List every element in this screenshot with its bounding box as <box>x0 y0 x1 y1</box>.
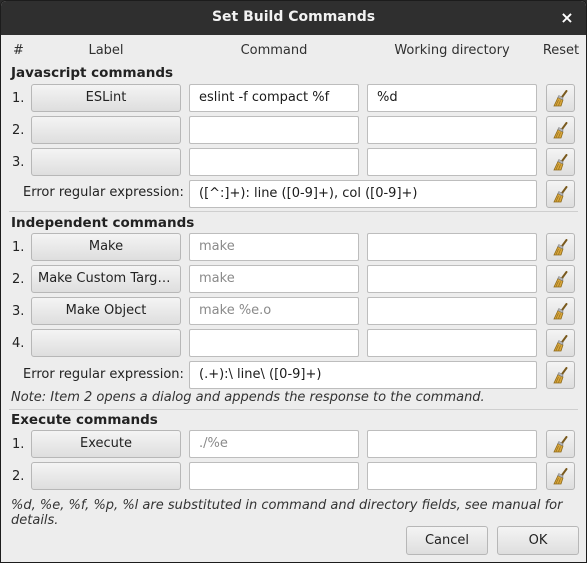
regex-field-ind[interactable]: (.+):\ line\ ([0-9]+) <box>189 361 537 389</box>
broom-icon <box>553 271 568 288</box>
header-reset: Reset <box>542 43 580 58</box>
directory-field-js-1[interactable]: %d <box>367 84 537 112</box>
row-number: 2. <box>12 123 25 138</box>
broom-icon <box>553 335 568 352</box>
row-number: 4. <box>12 336 25 351</box>
regex-label-js: Error regular expression: <box>23 185 184 200</box>
regex-label-ind: Error regular expression: <box>23 367 184 382</box>
reset-button-js-regex[interactable] <box>546 180 575 208</box>
dialog-title: Set Build Commands <box>211 9 376 25</box>
label-button-make-object[interactable]: Make Object <box>31 297 181 325</box>
reset-button-exec-1[interactable] <box>546 430 575 458</box>
build-commands-dialog: Set Build Commands × # Label Command Wor… <box>0 0 587 563</box>
label-button-js-1[interactable]: ESLint <box>31 84 181 112</box>
regex-field-js[interactable]: ([^:]+): line ([0-9]+), col ([0-9]+) <box>189 180 537 208</box>
broom-icon <box>553 436 568 453</box>
close-icon[interactable]: × <box>558 9 576 27</box>
title-bar: Set Build Commands × <box>1 1 586 35</box>
command-field-ind-2[interactable]: make <box>189 265 359 293</box>
label-button-js-3[interactable] <box>31 148 181 176</box>
directory-field-ind-2[interactable] <box>367 265 537 293</box>
directory-field-ind-4[interactable] <box>367 329 537 357</box>
reset-button-ind-1[interactable] <box>546 233 575 261</box>
reset-button-ind-regex[interactable] <box>546 361 575 389</box>
directory-field-js-3[interactable] <box>367 148 537 176</box>
section-divider <box>9 211 578 212</box>
label-button-exec-2[interactable] <box>31 462 181 490</box>
independent-note: Note: Item 2 opens a dialog and appends … <box>11 390 485 405</box>
section-title-execute: Execute commands <box>11 412 158 428</box>
reset-button-ind-3[interactable] <box>546 297 575 325</box>
label-button-make[interactable]: Make <box>31 233 181 261</box>
row-number: 1. <box>12 91 25 106</box>
header-command: Command <box>240 43 308 58</box>
command-placeholder: make %e.o <box>199 303 272 318</box>
section-title-independent: Independent commands <box>11 215 195 231</box>
label-button-ind-4[interactable] <box>31 329 181 357</box>
reset-button-js-1[interactable] <box>546 84 575 112</box>
broom-icon <box>553 303 568 320</box>
command-field-exec-1[interactable]: ./%e <box>189 430 359 458</box>
reset-button-exec-2[interactable] <box>546 462 575 490</box>
directory-field-exec-2[interactable] <box>367 462 537 490</box>
command-field-js-2[interactable] <box>189 116 359 144</box>
broom-icon <box>553 239 568 256</box>
ok-button[interactable]: OK <box>497 526 579 555</box>
row-number: 2. <box>12 469 25 484</box>
substitution-note: %d, %e, %f, %p, %l are substituted in co… <box>11 498 563 528</box>
label-button-js-2[interactable] <box>31 116 181 144</box>
cancel-button[interactable]: Cancel <box>406 526 488 555</box>
command-placeholder: make <box>199 239 235 254</box>
command-placeholder: make <box>199 271 235 286</box>
directory-field-ind-1[interactable] <box>367 233 537 261</box>
broom-icon <box>553 468 568 485</box>
directory-field-exec-1[interactable] <box>367 430 537 458</box>
header-working-directory: Working directory <box>394 43 510 58</box>
command-field-exec-2[interactable] <box>189 462 359 490</box>
broom-icon <box>553 154 568 171</box>
command-field-ind-3[interactable]: make %e.o <box>189 297 359 325</box>
header-label: Label <box>88 43 124 58</box>
command-placeholder: ./%e <box>199 436 228 451</box>
row-number: 1. <box>12 240 25 255</box>
command-field-js-3[interactable] <box>189 148 359 176</box>
reset-button-ind-4[interactable] <box>546 329 575 357</box>
directory-field-js-2[interactable] <box>367 116 537 144</box>
row-number: 1. <box>12 437 25 452</box>
section-divider <box>9 409 578 410</box>
broom-icon <box>553 122 568 139</box>
command-field-js-1[interactable]: eslint -f compact %f <box>189 84 359 112</box>
reset-button-js-3[interactable] <box>546 148 575 176</box>
broom-icon <box>553 186 568 203</box>
directory-field-ind-3[interactable] <box>367 297 537 325</box>
label-button-execute[interactable]: Execute <box>31 430 181 458</box>
header-num: # <box>13 43 24 58</box>
label-button-make-custom-target[interactable]: Make Custom Target… <box>31 265 181 293</box>
section-title-javascript: Javascript commands <box>11 65 174 81</box>
command-field-ind-1[interactable]: make <box>189 233 359 261</box>
broom-icon <box>553 367 568 384</box>
row-number: 2. <box>12 272 25 287</box>
broom-icon <box>553 90 568 107</box>
row-number: 3. <box>12 304 25 319</box>
reset-button-ind-2[interactable] <box>546 265 575 293</box>
row-number: 3. <box>12 155 25 170</box>
command-field-ind-4[interactable] <box>189 329 359 357</box>
reset-button-js-2[interactable] <box>546 116 575 144</box>
